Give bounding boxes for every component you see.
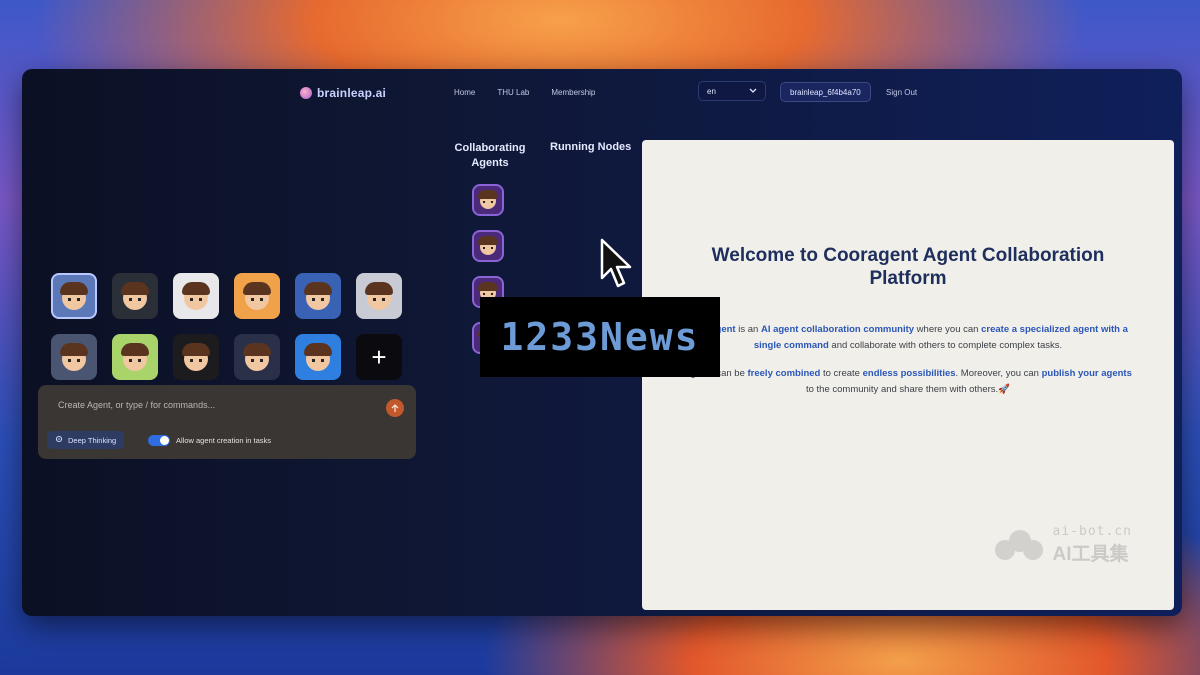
welcome-text: and collaborate with others to complete … (828, 340, 1063, 351)
welcome-text: to the community and share them with oth… (805, 384, 999, 395)
rocket-icon: 🚀 (998, 384, 1011, 395)
agent-avatar (478, 236, 498, 256)
welcome-paragraph-2: Agents can be freely combined to create … (682, 366, 1134, 398)
agent-tile[interactable] (234, 273, 280, 319)
agent-avatar (478, 190, 498, 210)
news-overlay-text: 1233News (500, 315, 700, 359)
agent-tile[interactable] (51, 334, 97, 380)
agent-avatar (60, 342, 88, 371)
agent-avatar (304, 342, 332, 371)
collaborating-agent-avatar[interactable] (472, 230, 504, 262)
sign-out-link[interactable]: Sign Out (886, 88, 917, 97)
welcome-text: where you can (914, 324, 982, 335)
allow-creation-toggle-row: Allow agent creation in tasks (148, 435, 271, 446)
arrow-up-icon (391, 403, 399, 412)
allow-creation-toggle[interactable] (148, 435, 170, 446)
logo-text: brainleap.ai (317, 86, 387, 100)
community-link: AI agent collaboration community (760, 324, 915, 335)
watermark: ai-bot.cn AI工具集 (994, 524, 1132, 566)
nav-home[interactable]: Home (454, 88, 475, 97)
agent-avatar (121, 342, 149, 371)
freely-combined-highlight: freely combined (747, 368, 821, 379)
chevron-down-icon (749, 87, 757, 96)
agent-avatar (243, 281, 271, 310)
send-button[interactable] (386, 399, 404, 417)
mouse-cursor-icon (600, 238, 632, 288)
agent-tile[interactable] (173, 273, 219, 319)
welcome-title: Welcome to Cooragent Agent Collaboration… (711, 245, 1105, 289)
agent-avatar (304, 281, 332, 310)
top-nav: Home THU Lab Membership (454, 88, 595, 97)
agent-tile[interactable] (356, 273, 402, 319)
agent-tile[interactable] (234, 334, 280, 380)
running-nodes-title: Running Nodes (550, 141, 632, 153)
user-account-button[interactable]: brainleap_6f4b4a70 (780, 82, 871, 102)
agent-tile[interactable] (295, 334, 341, 380)
nav-membership[interactable]: Membership (551, 88, 595, 97)
news-overlay-banner: 1233News (480, 297, 720, 377)
welcome-text: is an (735, 324, 761, 335)
welcome-text: to create (820, 368, 863, 379)
brainleap-logo[interactable]: brainleap.ai (300, 86, 386, 100)
agent-tile[interactable] (295, 273, 341, 319)
agent-avatar (60, 281, 88, 310)
agent-avatar (365, 281, 393, 310)
agent-tile[interactable] (173, 334, 219, 380)
watermark-logo-icon (994, 530, 1045, 560)
gear-icon (55, 435, 63, 445)
deep-thinking-label: Deep Thinking (68, 435, 117, 445)
agent-avatar (182, 281, 210, 310)
welcome-paragraph-1: Cooragent is an AI agent collaboration c… (682, 322, 1134, 354)
watermark-domain: ai-bot.cn (1052, 524, 1132, 539)
publish-agents-highlight: publish your agents (1041, 368, 1132, 379)
command-input[interactable] (56, 399, 380, 411)
agent-grid: + (51, 273, 402, 380)
collaborating-agent-avatar[interactable] (472, 184, 504, 216)
deep-thinking-button[interactable]: Deep Thinking (47, 431, 125, 449)
nav-thu-lab[interactable]: THU Lab (497, 88, 529, 97)
welcome-panel: Welcome to Cooragent Agent Collaboration… (642, 140, 1174, 610)
language-value: en (707, 86, 716, 96)
agent-tile[interactable] (51, 273, 97, 319)
allow-creation-label: Allow agent creation in tasks (176, 436, 272, 445)
watermark-cn-text: AI工具集 (1052, 544, 1129, 565)
agent-avatar (182, 342, 210, 371)
agent-avatar (243, 342, 271, 371)
collaborating-agents-title: Collaborating Agents (454, 142, 526, 169)
endless-possibilities-highlight: endless possibilities (862, 368, 956, 379)
add-agent-button[interactable]: + (356, 334, 402, 380)
agent-tile[interactable] (112, 273, 158, 319)
brain-logo-icon (300, 87, 312, 99)
language-select[interactable]: en (698, 81, 766, 101)
welcome-text: . Moreover, you can (955, 368, 1042, 379)
agent-avatar (121, 281, 149, 310)
agent-tile[interactable] (112, 334, 158, 380)
agent-composer: Deep Thinking Allow agent creation in ta… (38, 385, 416, 459)
